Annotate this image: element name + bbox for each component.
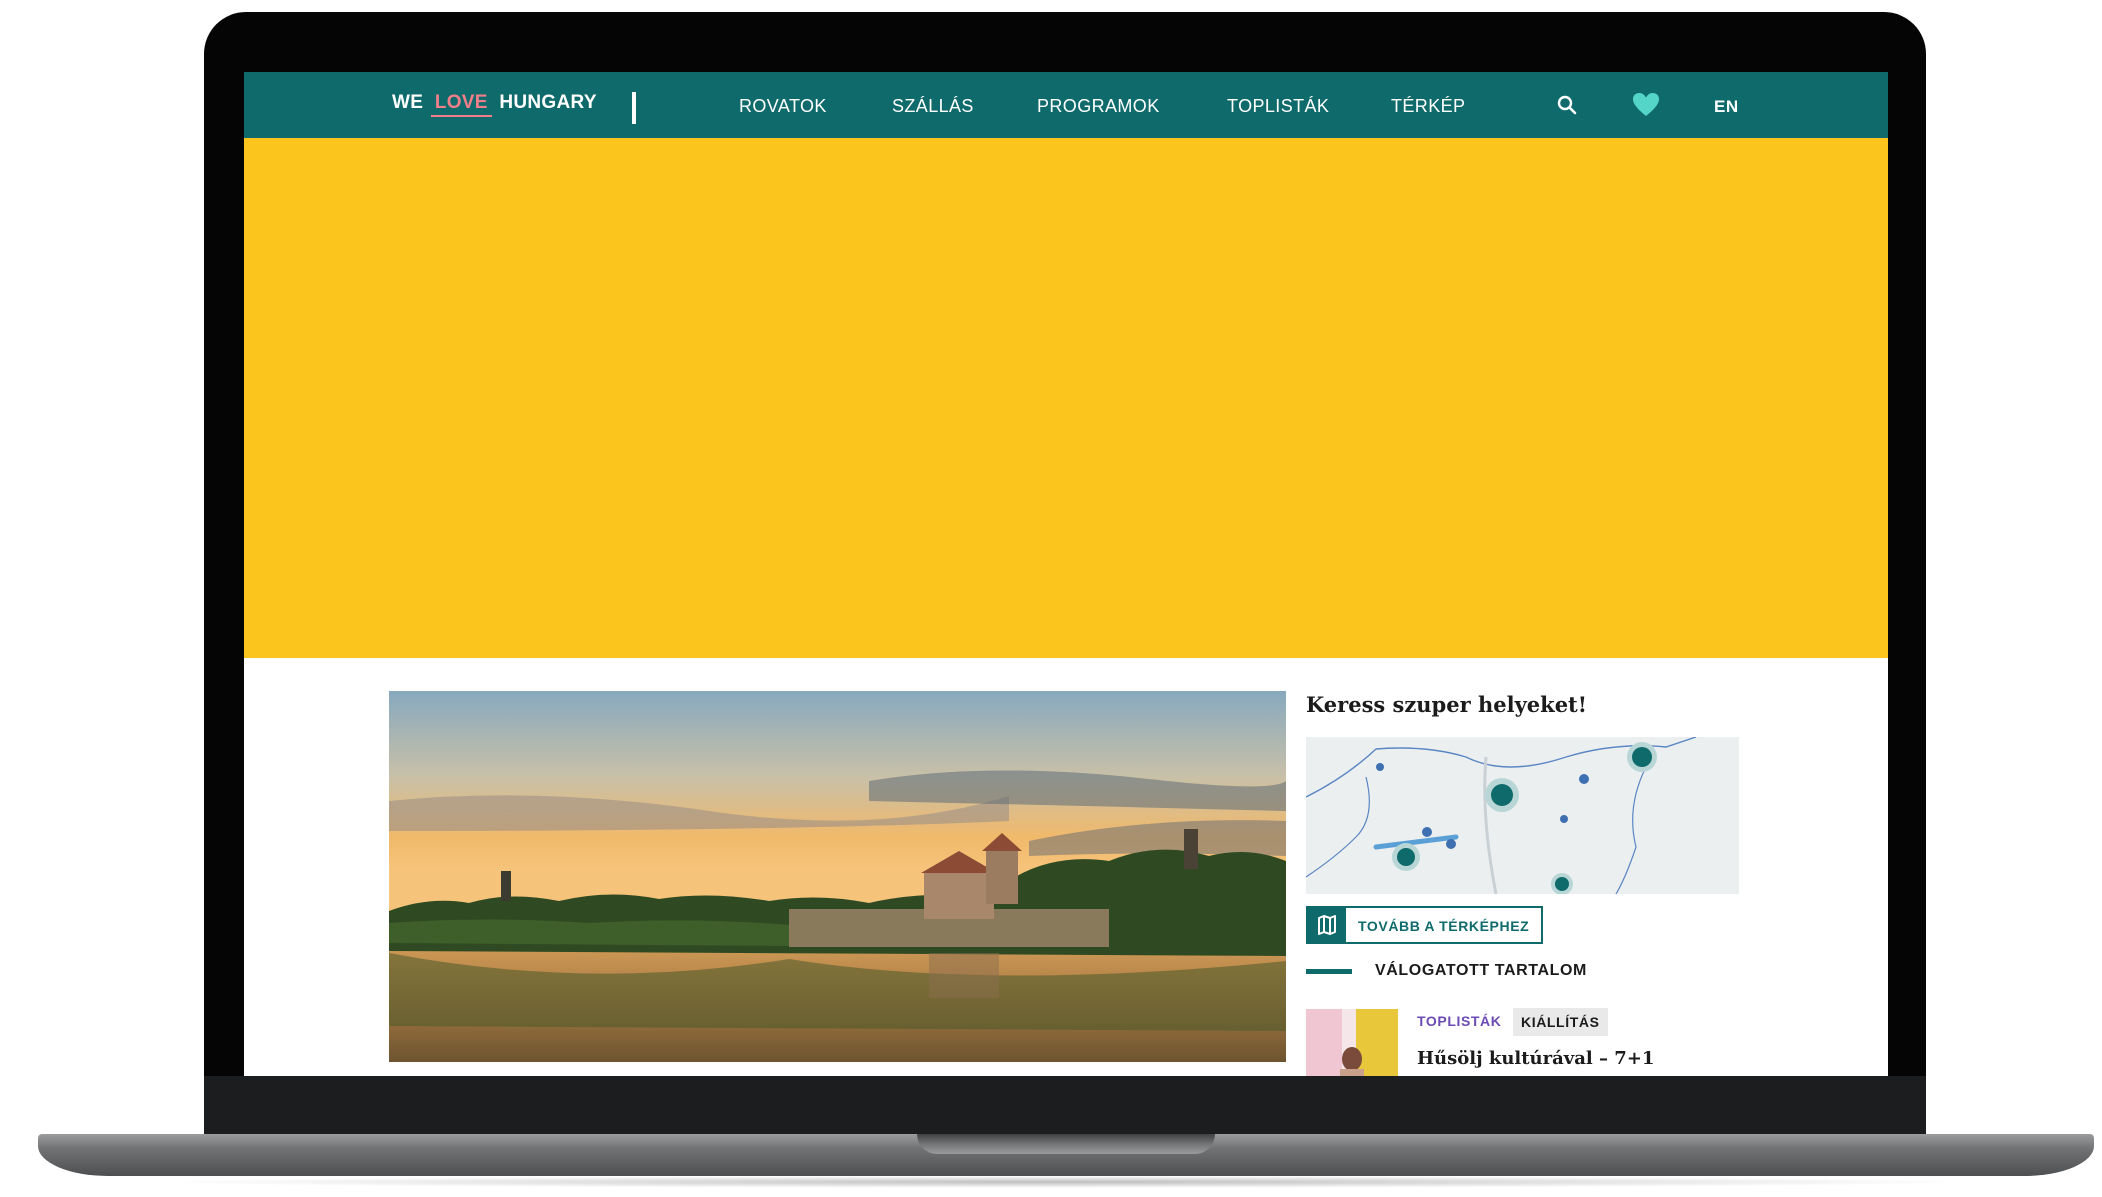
nav-item-szallas[interactable]: SZÁLLÁS [892,96,974,117]
search-icon[interactable] [1556,94,1578,121]
laptop-notch [917,1134,1215,1154]
card-title[interactable]: Hűsölj kultúrával – 7+1 szuper [1417,1047,1717,1076]
logo-we: WE [392,92,424,113]
nav-item-programok[interactable]: PROGRAMOK [1037,96,1160,117]
map-button-label: TOVÁBB A TÉRKÉPHEZ [1358,918,1530,934]
laptop-shadow [150,1176,1980,1188]
banner-placeholder [244,138,1888,658]
card-tag-kiallitas[interactable]: KIÁLLÍTÁS [1513,1008,1608,1036]
card-thumbnail[interactable] [1306,1009,1398,1076]
laptop-chin [204,1076,1926,1138]
card-tag-toplistak[interactable]: TOPLISTÁK [1417,1013,1501,1029]
site-logo[interactable]: WE LOVE HUNGARY [392,92,597,118]
nav-item-toplistak[interactable]: TOPLISTÁK [1227,96,1329,117]
map-icon [1308,908,1346,942]
map-preview[interactable] [1306,737,1739,894]
map-link-button[interactable]: TOVÁBB A TÉRKÉPHEZ [1306,906,1543,944]
section-title: VÁLOGATOTT TARTALOM [1375,962,1587,979]
hero-image[interactable] [389,691,1286,1062]
nav-item-terkep[interactable]: TÉRKÉP [1391,96,1465,117]
logo-hungary: HUNGARY [499,92,597,113]
logo-love: LOVE [430,92,492,117]
section-accent-line [1306,969,1352,974]
sidebar-title: Keress szuper helyeket! [1306,692,1587,717]
heart-icon[interactable] [1632,92,1660,123]
logo-divider [632,92,636,124]
browser-viewport: WE LOVE HUNGARY ROVATOK SZÁLLÁS PROGRAMO… [244,72,1888,1076]
top-navbar: WE LOVE HUNGARY ROVATOK SZÁLLÁS PROGRAMO… [244,72,1888,138]
nav-item-rovatok[interactable]: ROVATOK [739,96,827,117]
language-switch[interactable]: EN [1714,97,1739,117]
